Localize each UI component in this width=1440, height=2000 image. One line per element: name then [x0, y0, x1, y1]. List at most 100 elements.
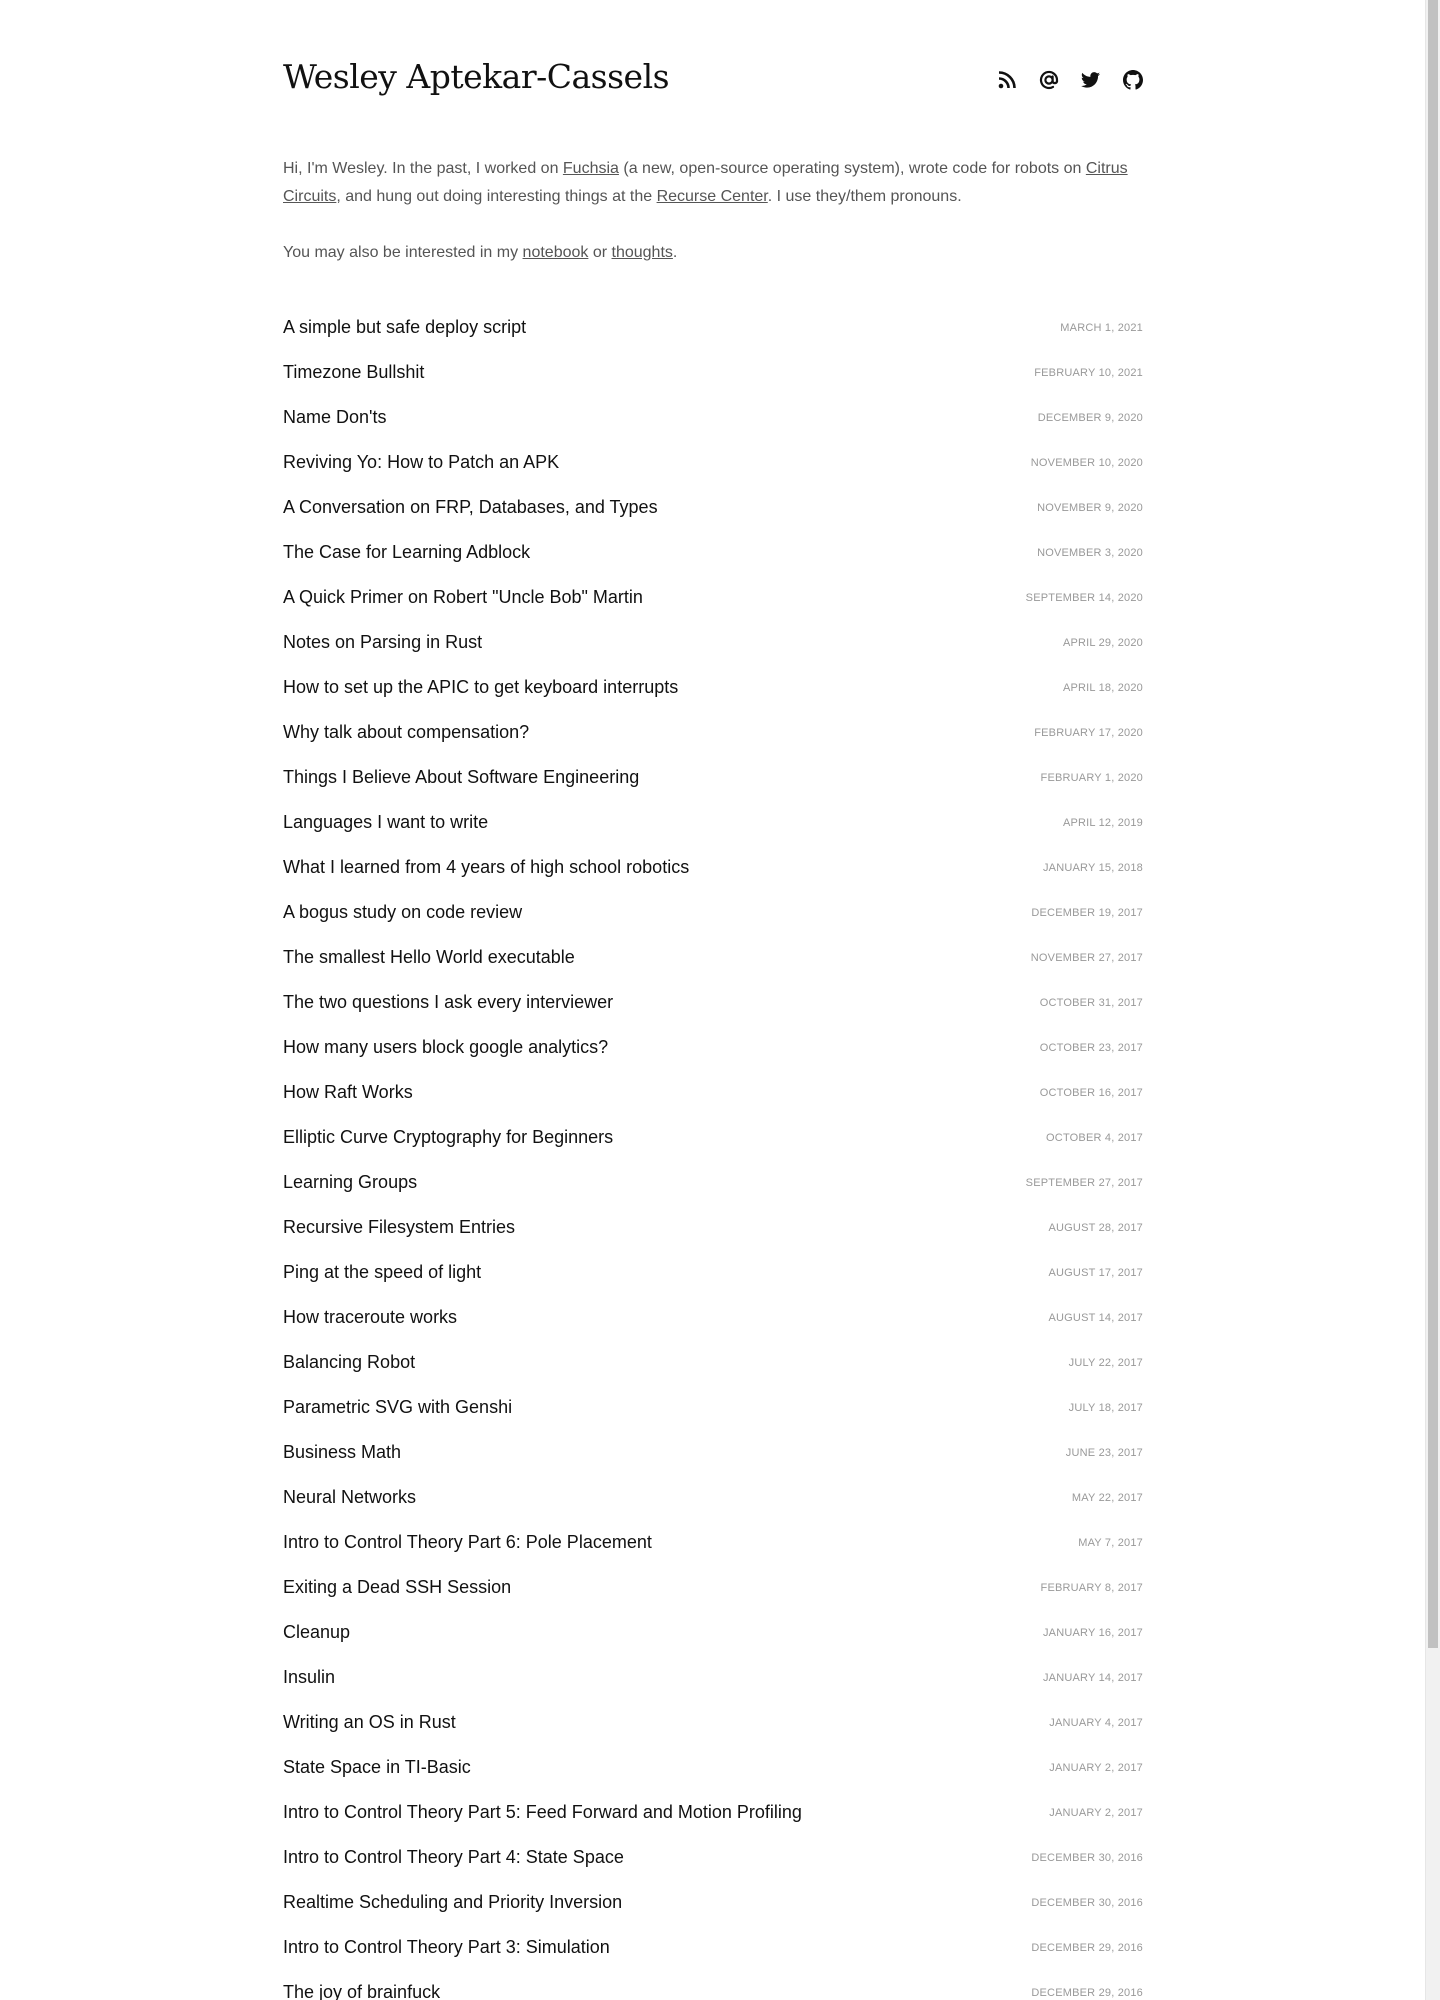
post-title-link[interactable]: Ping at the speed of light: [283, 1262, 481, 1283]
post-title-link[interactable]: How Raft Works: [283, 1082, 413, 1103]
post-date: JANUARY 2, 2017: [1049, 1806, 1143, 1819]
post-title-link[interactable]: Neural Networks: [283, 1487, 416, 1508]
intro-text: Hi, I'm Wesley. In the past, I worked on: [283, 160, 563, 177]
vertical-scrollbar[interactable]: [1425, 0, 1440, 2000]
post-title-link[interactable]: Exiting a Dead SSH Session: [283, 1577, 511, 1598]
post-list-item: Why talk about compensation? FEBRUARY 17,…: [283, 710, 1143, 755]
post-list-item: How Raft Works OCTOBER 16, 2017: [283, 1070, 1143, 1115]
post-title-link[interactable]: Insulin: [283, 1667, 335, 1688]
post-list-item: Name Don'ts DECEMBER 9, 2020: [283, 395, 1143, 440]
scrollbar-thumb[interactable]: [1428, 0, 1438, 1648]
twitter-link[interactable]: [1080, 69, 1101, 90]
post-title-link[interactable]: Learning Groups: [283, 1172, 417, 1193]
post-list-item: Intro to Control Theory Part 6: Pole Pla…: [283, 1520, 1143, 1565]
post-date: MAY 7, 2017: [1078, 1536, 1143, 1549]
post-date: MAY 22, 2017: [1071, 1491, 1143, 1504]
post-list-item: The smallest Hello World executable NOVEM…: [283, 935, 1143, 980]
post-list-item: Insulin JANUARY 14, 2017: [283, 1655, 1143, 1700]
fuchsia-link[interactable]: Fuchsia: [563, 160, 619, 177]
post-title-link[interactable]: Recursive Filesystem Entries: [283, 1217, 515, 1238]
post-title-link[interactable]: Parametric SVG with Genshi: [283, 1397, 512, 1418]
github-link[interactable]: [1122, 69, 1143, 90]
post-date: MARCH 1, 2021: [1060, 321, 1143, 334]
post-list-item: Languages I want to write APRIL 12, 2019: [283, 800, 1143, 845]
post-title-link[interactable]: Languages I want to write: [283, 812, 488, 833]
post-list-item: State Space in TI-Basic JANUARY 2, 2017: [283, 1745, 1143, 1790]
post-date: SEPTEMBER 27, 2017: [1025, 1176, 1143, 1189]
post-title-link[interactable]: Reviving Yo: How to Patch an APK: [283, 452, 559, 473]
at-sign-icon: [1039, 70, 1059, 90]
post-date: OCTOBER 16, 2017: [1039, 1086, 1143, 1099]
post-title-link[interactable]: Elliptic Curve Cryptography for Beginner…: [283, 1127, 613, 1148]
post-list-item: Ping at the speed of light AUGUST 17, 201…: [283, 1250, 1143, 1295]
post-title-link[interactable]: Intro to Control Theory Part 5: Feed For…: [283, 1802, 802, 1823]
post-date: FEBRUARY 1, 2020: [1040, 771, 1143, 784]
post-title-link[interactable]: How many users block google analytics?: [283, 1037, 608, 1058]
post-title-link[interactable]: The Case for Learning Adblock: [283, 542, 530, 563]
thoughts-link[interactable]: thoughts: [612, 244, 673, 261]
post-date: SEPTEMBER 14, 2020: [1025, 591, 1143, 604]
notebook-link[interactable]: notebook: [523, 244, 589, 261]
rss-link[interactable]: [996, 69, 1017, 90]
post-list-item: Writing an OS in Rust JANUARY 4, 2017: [283, 1700, 1143, 1745]
post-title-link[interactable]: Balancing Robot: [283, 1352, 415, 1373]
post-title-link[interactable]: A Conversation on FRP, Databases, and Ty…: [283, 497, 658, 518]
post-title-link[interactable]: Intro to Control Theory Part 6: Pole Pla…: [283, 1532, 652, 1553]
post-list-item: Business Math JUNE 23, 2017: [283, 1430, 1143, 1475]
post-date: FEBRUARY 10, 2021: [1034, 366, 1143, 379]
post-title-link[interactable]: A simple but safe deploy script: [283, 317, 526, 338]
post-list-item: A simple but safe deploy script MARCH 1, …: [283, 305, 1143, 350]
post-title-link[interactable]: The two questions I ask every interviewe…: [283, 992, 613, 1013]
post-date: JANUARY 15, 2018: [1042, 861, 1143, 874]
post-list-item: How traceroute works AUGUST 14, 2017: [283, 1295, 1143, 1340]
post-title-link[interactable]: Notes on Parsing in Rust: [283, 632, 482, 653]
post-title-link[interactable]: The smallest Hello World executable: [283, 947, 575, 968]
post-date: AUGUST 28, 2017: [1048, 1221, 1143, 1234]
main-container: Wesley Aptekar-Cassels Hi, I'm Wesley. I…: [283, 0, 1143, 2000]
post-list-item: Reviving Yo: How to Patch an APK NOVEMBER…: [283, 440, 1143, 485]
post-date: OCTOBER 31, 2017: [1039, 996, 1143, 1009]
post-date: JULY 18, 2017: [1068, 1401, 1143, 1414]
site-title[interactable]: Wesley Aptekar-Cassels: [283, 57, 670, 96]
post-list-item: How to set up the APIC to get keyboard i…: [283, 665, 1143, 710]
post-date: NOVEMBER 9, 2020: [1037, 501, 1143, 514]
post-date: DECEMBER 30, 2016: [1031, 1851, 1143, 1864]
post-title-link[interactable]: What I learned from 4 years of high scho…: [283, 857, 689, 878]
post-title-link[interactable]: Realtime Scheduling and Priority Inversi…: [283, 1892, 622, 1913]
post-list: A simple but safe deploy script MARCH 1, …: [283, 305, 1143, 2000]
intro-text: You may also be interested in my: [283, 244, 523, 261]
post-title-link[interactable]: Timezone Bullshit: [283, 362, 424, 383]
post-date: APRIL 12, 2019: [1062, 816, 1143, 829]
post-list-item: Intro to Control Theory Part 3: Simulati…: [283, 1925, 1143, 1970]
post-title-link[interactable]: Intro to Control Theory Part 4: State Sp…: [283, 1847, 624, 1868]
post-date: JANUARY 16, 2017: [1042, 1626, 1143, 1639]
post-title-link[interactable]: Business Math: [283, 1442, 401, 1463]
post-list-item: Intro to Control Theory Part 4: State Sp…: [283, 1835, 1143, 1880]
post-title-link[interactable]: State Space in TI-Basic: [283, 1757, 471, 1778]
post-list-item: Timezone Bullshit FEBRUARY 10, 2021: [283, 350, 1143, 395]
rss-icon: [998, 70, 1016, 89]
post-list-item: Recursive Filesystem Entries AUGUST 28, 2…: [283, 1205, 1143, 1250]
post-date: FEBRUARY 8, 2017: [1040, 1581, 1143, 1594]
post-title-link[interactable]: Things I Believe About Software Engineer…: [283, 767, 639, 788]
intro-text: . I use they/them pronouns.: [767, 188, 962, 205]
email-link[interactable]: [1038, 69, 1059, 90]
post-list-item: A bogus study on code review DECEMBER 19,…: [283, 890, 1143, 935]
post-title-link[interactable]: Writing an OS in Rust: [283, 1712, 456, 1733]
recurse-center-link[interactable]: Recurse Center: [657, 188, 768, 205]
post-title-link[interactable]: The joy of brainfuck: [283, 1982, 440, 2000]
post-date: DECEMBER 9, 2020: [1037, 411, 1143, 424]
post-title-link[interactable]: Name Don'ts: [283, 407, 386, 428]
post-list-item: Neural Networks MAY 22, 2017: [283, 1475, 1143, 1520]
post-title-link[interactable]: Intro to Control Theory Part 3: Simulati…: [283, 1937, 610, 1958]
post-date: AUGUST 17, 2017: [1048, 1266, 1143, 1279]
post-list-item: The joy of brainfuck DECEMBER 29, 2016: [283, 1970, 1143, 2000]
post-title-link[interactable]: Why talk about compensation?: [283, 722, 529, 743]
post-title-link[interactable]: A Quick Primer on Robert "Uncle Bob" Mar…: [283, 587, 643, 608]
post-title-link[interactable]: How to set up the APIC to get keyboard i…: [283, 677, 678, 698]
post-date: JUNE 23, 2017: [1065, 1446, 1143, 1459]
post-title-link[interactable]: Cleanup: [283, 1622, 350, 1643]
post-title-link[interactable]: How traceroute works: [283, 1307, 457, 1328]
post-date: OCTOBER 4, 2017: [1046, 1131, 1143, 1144]
post-title-link[interactable]: A bogus study on code review: [283, 902, 522, 923]
